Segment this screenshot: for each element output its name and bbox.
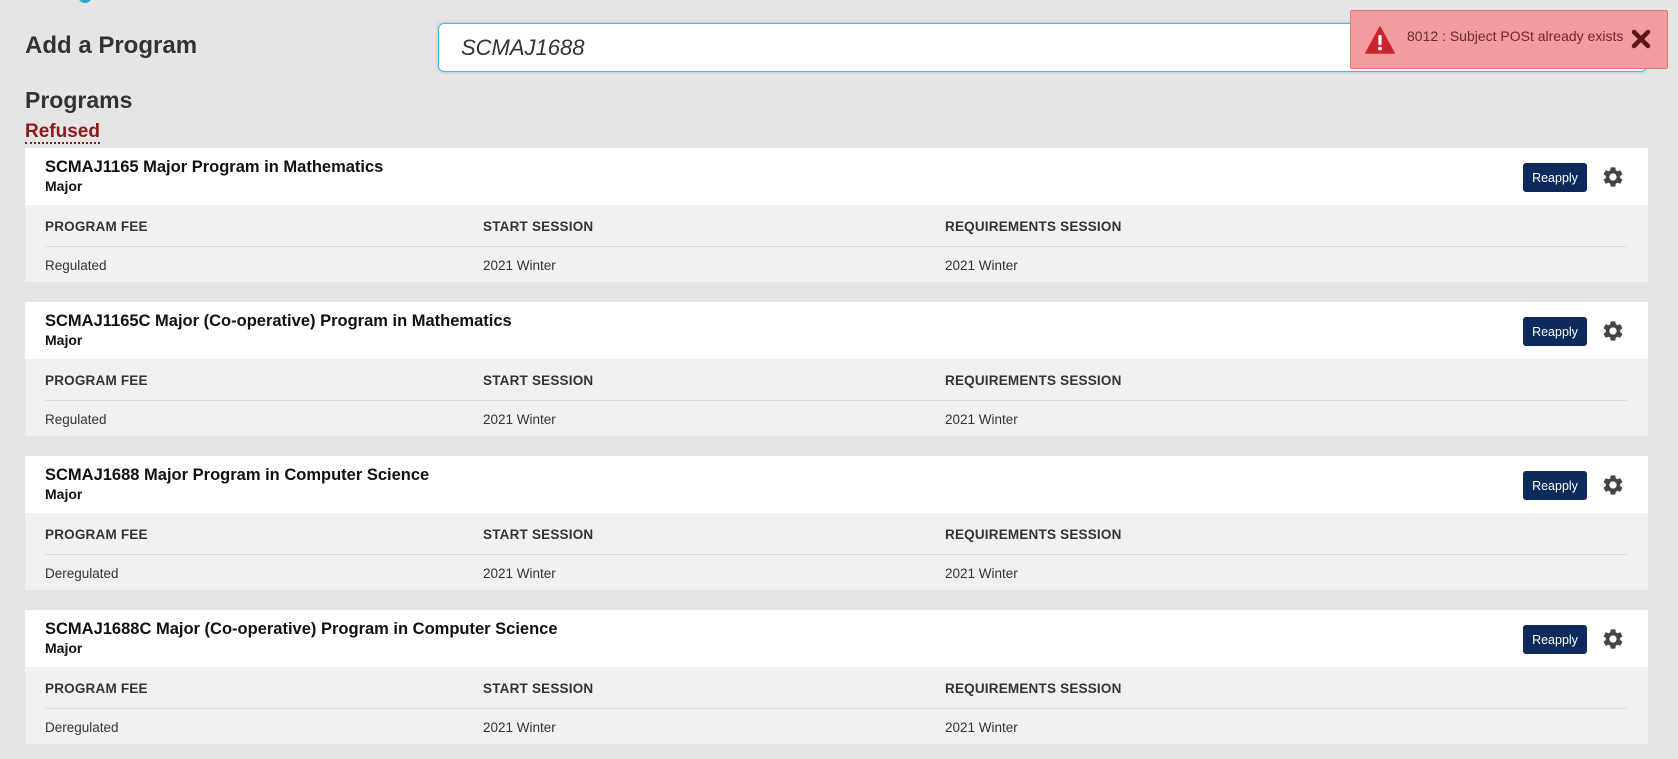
reapply-button[interactable]: Reapply bbox=[1523, 163, 1587, 192]
start-session-header: START SESSION bbox=[483, 219, 594, 234]
requirements-session-value: 2021 Winter bbox=[945, 566, 1018, 581]
requirements-session-value: 2021 Winter bbox=[945, 412, 1018, 427]
program-detail-headers: PROGRAM FEE START SESSION REQUIREMENTS S… bbox=[45, 681, 1627, 709]
program-fee-value: Regulated bbox=[45, 412, 107, 427]
reapply-button[interactable]: Reapply bbox=[1523, 317, 1587, 346]
add-program-title: Add a Program bbox=[25, 32, 198, 59]
program-detail-headers: PROGRAM FEE START SESSION REQUIREMENTS S… bbox=[45, 527, 1627, 555]
program-card: SCMAJ1165C Major (Co-operative) Program … bbox=[25, 302, 1648, 436]
program-fee-value: Deregulated bbox=[45, 720, 119, 735]
program-fee-value: Deregulated bbox=[45, 566, 119, 581]
program-detail-headers: PROGRAM FEE START SESSION REQUIREMENTS S… bbox=[45, 373, 1627, 401]
toast-message: 8012 : Subject POSt already exists bbox=[1407, 27, 1624, 44]
requirements-session-header: REQUIREMENTS SESSION bbox=[945, 681, 1122, 696]
program-fee-value: Regulated bbox=[45, 258, 107, 273]
program-fee-header: PROGRAM FEE bbox=[45, 219, 148, 234]
program-title: SCMAJ1165 Major Program in Mathematics bbox=[45, 158, 384, 176]
gear-icon[interactable] bbox=[1601, 627, 1625, 651]
error-toast: 8012 : Subject POSt already exists bbox=[1350, 10, 1668, 69]
program-card: SCMAJ1165 Major Program in Mathematics M… bbox=[25, 148, 1648, 282]
warning-icon bbox=[1365, 25, 1395, 54]
start-session-value: 2021 Winter bbox=[483, 412, 556, 427]
gear-icon[interactable] bbox=[1601, 473, 1625, 497]
requirements-session-header: REQUIREMENTS SESSION bbox=[945, 527, 1122, 542]
program-card: SCMAJ1688C Major (Co-operative) Program … bbox=[25, 610, 1648, 744]
program-fee-header: PROGRAM FEE bbox=[45, 527, 148, 542]
program-card-header: SCMAJ1688C Major (Co-operative) Program … bbox=[25, 610, 1648, 667]
start-session-header: START SESSION bbox=[483, 373, 594, 388]
program-fee-header: PROGRAM FEE bbox=[45, 373, 148, 388]
gear-icon[interactable] bbox=[1601, 165, 1625, 189]
page: Add a Program 8012 : Subject POSt alread… bbox=[0, 0, 1678, 759]
start-session-value: 2021 Winter bbox=[483, 720, 556, 735]
program-type: Major bbox=[45, 640, 83, 656]
requirements-session-value: 2021 Winter bbox=[945, 258, 1018, 273]
program-title: SCMAJ1688 Major Program in Computer Scie… bbox=[45, 466, 430, 484]
program-card-header: SCMAJ1165 Major Program in Mathematics M… bbox=[25, 148, 1648, 205]
program-type: Major bbox=[45, 178, 83, 194]
top-accent-decoration bbox=[78, 0, 92, 3]
program-title: SCMAJ1688C Major (Co-operative) Program … bbox=[45, 620, 558, 638]
reapply-button[interactable]: Reapply bbox=[1523, 625, 1587, 654]
program-fee-header: PROGRAM FEE bbox=[45, 681, 148, 696]
start-session-header: START SESSION bbox=[483, 681, 594, 696]
start-session-value: 2021 Winter bbox=[483, 566, 556, 581]
requirements-session-header: REQUIREMENTS SESSION bbox=[945, 373, 1122, 388]
start-session-header: START SESSION bbox=[483, 527, 594, 542]
start-session-value: 2021 Winter bbox=[483, 258, 556, 273]
program-card-header: SCMAJ1688 Major Program in Computer Scie… bbox=[25, 456, 1648, 513]
reapply-button[interactable]: Reapply bbox=[1523, 471, 1587, 500]
program-type: Major bbox=[45, 332, 83, 348]
program-card-header: SCMAJ1165C Major (Co-operative) Program … bbox=[25, 302, 1648, 359]
gear-icon[interactable] bbox=[1601, 319, 1625, 343]
programs-heading: Programs bbox=[25, 87, 133, 113]
program-type: Major bbox=[45, 486, 83, 502]
program-detail-headers: PROGRAM FEE START SESSION REQUIREMENTS S… bbox=[45, 219, 1627, 247]
requirements-session-value: 2021 Winter bbox=[945, 720, 1018, 735]
requirements-session-header: REQUIREMENTS SESSION bbox=[945, 219, 1122, 234]
close-icon[interactable] bbox=[1630, 28, 1652, 50]
refused-status-label: Refused bbox=[25, 121, 100, 144]
program-card: SCMAJ1688 Major Program in Computer Scie… bbox=[25, 456, 1648, 590]
program-title: SCMAJ1165C Major (Co-operative) Program … bbox=[45, 312, 512, 330]
